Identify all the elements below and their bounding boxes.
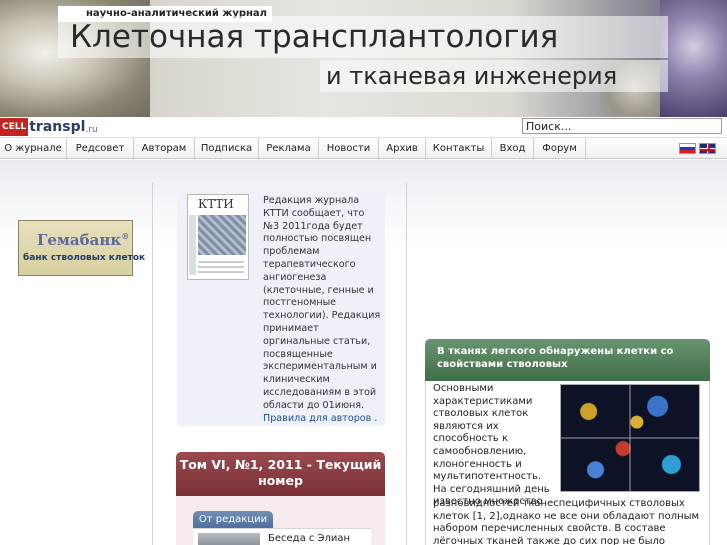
- hemabank-name: Гемабанк®: [37, 231, 130, 249]
- authors-rules-link[interactable]: Правила для авторов .: [263, 413, 377, 424]
- nav-item-contacts[interactable]: Контакты: [426, 138, 492, 159]
- nav-item-advertising[interactable]: Реклама: [259, 138, 319, 159]
- hemabank-banner[interactable]: Гемабанк® банк стволовых клеток: [18, 220, 145, 276]
- nav-item-about[interactable]: О журнале: [0, 138, 67, 159]
- editorial-photo: [198, 533, 260, 545]
- en-flag-icon[interactable]: [699, 143, 716, 154]
- nav-item-login[interactable]: Вход: [492, 138, 534, 159]
- nav-item-news[interactable]: Новости: [319, 138, 379, 159]
- cover-spine: [189, 215, 196, 275]
- microscopy-image: [560, 384, 700, 492]
- journal-cover-image[interactable]: КТТИ: [187, 194, 249, 280]
- nav-item-archive[interactable]: Архив: [379, 138, 426, 159]
- editorial-tab[interactable]: От редакции: [193, 511, 273, 528]
- feature-title[interactable]: В тканях легкого обнаружены клетки со св…: [425, 339, 710, 381]
- logo-suffix: .ru: [85, 124, 98, 135]
- nav-item-authors[interactable]: Авторам: [134, 138, 195, 159]
- news-body: Редакция журнала КТТИ сообщает, что №3 2…: [263, 195, 381, 411]
- nav-item-subscription[interactable]: Подписка: [195, 138, 259, 159]
- hemabank-tagline: банк стволовых клеток: [23, 253, 146, 263]
- editorial-title[interactable]: Беседа с Элиан: [268, 533, 350, 544]
- cell-image-right: [660, 0, 727, 117]
- column-divider-right: [406, 183, 407, 545]
- site-logo[interactable]: CELL transpl .ru: [0, 118, 98, 136]
- logo-cell: CELL: [0, 118, 29, 136]
- feature-text-part-a: Основными характеристиками стволовых кле…: [433, 383, 550, 508]
- ru-flag-icon[interactable]: [679, 143, 696, 154]
- news-text: Редакция журнала КТТИ сообщает, что №3 2…: [263, 195, 381, 425]
- column-divider-left: [152, 183, 153, 545]
- feature-text-part-b: разновидностей тканеспецифичных стволовы…: [433, 498, 700, 545]
- page-subtitle: и тканевая инженерия: [320, 60, 668, 92]
- nav-item-forum[interactable]: Форум: [534, 138, 586, 159]
- page-title: Клеточная трансплантология: [58, 16, 668, 58]
- header-banner: научно-аналитический журнал Клеточная тр…: [0, 0, 727, 117]
- nav-item-editorial-board[interactable]: Редсовет: [67, 138, 134, 159]
- cover-picture: [198, 215, 246, 255]
- logo-text: transpl: [29, 119, 86, 135]
- main-nav: О журнале Редсовет Авторам Подписка Рекл…: [0, 137, 727, 159]
- current-issue-header[interactable]: Том VI, №1, 2011 - Текущий номер: [176, 452, 385, 496]
- cover-title: КТТИ: [198, 197, 234, 211]
- search-input[interactable]: [522, 118, 722, 134]
